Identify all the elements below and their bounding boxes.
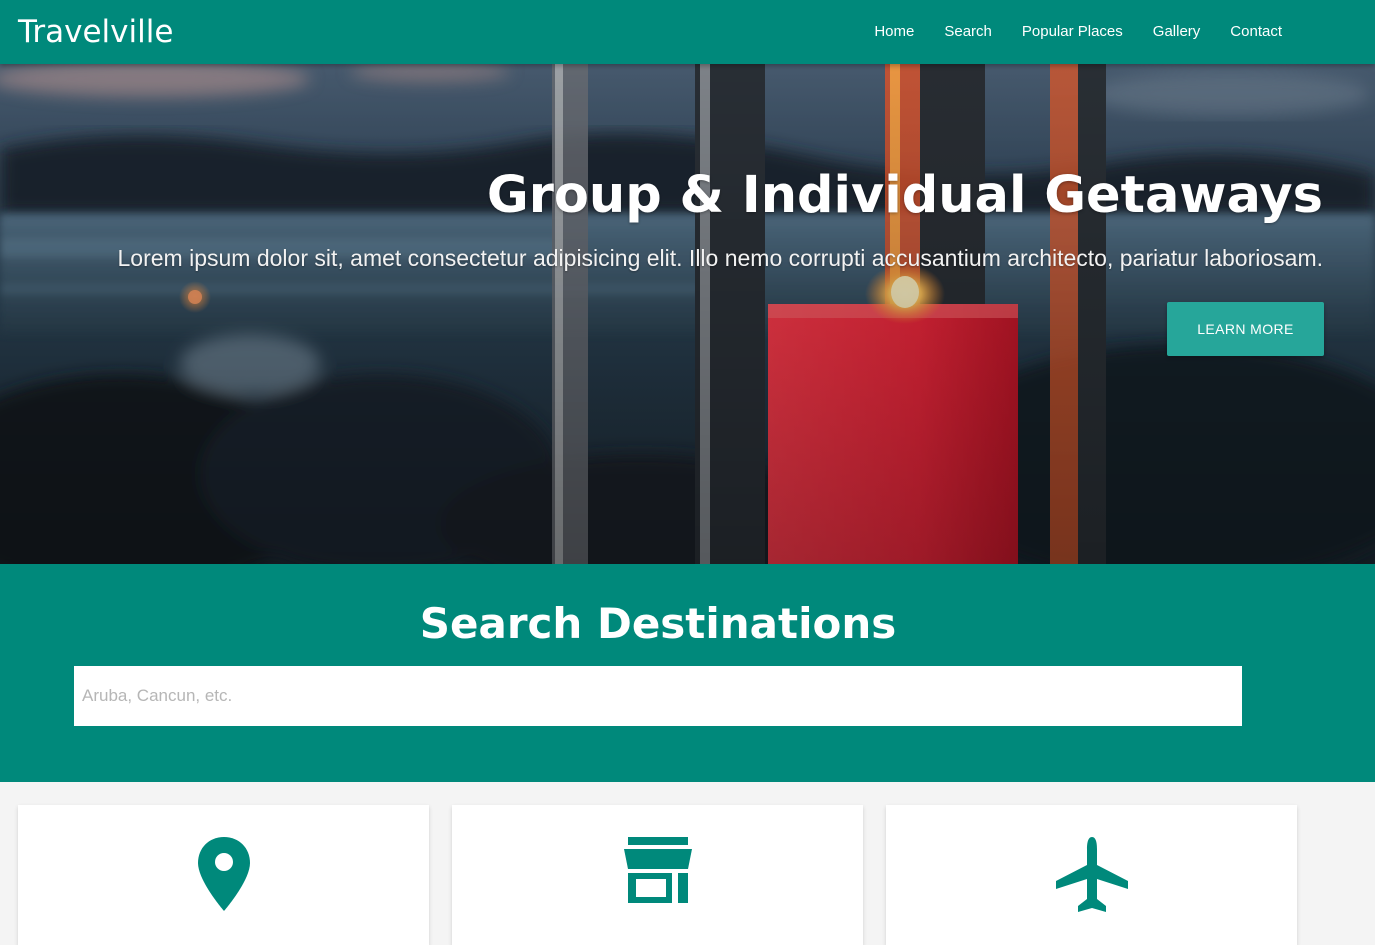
store-icon: [623, 837, 692, 903]
feature-cards: [0, 782, 1375, 945]
nav-links: Home Search Popular Places Gallery Conta…: [859, 0, 1297, 64]
search-title: Search Destinations: [419, 599, 897, 648]
learn-more-button[interactable]: LEARN MORE: [1167, 302, 1324, 356]
nav-link-home[interactable]: Home: [859, 0, 929, 64]
hero-subtitle: Lorem ipsum dolor sit, amet consectetur …: [117, 245, 1323, 271]
airplane-icon: [1055, 837, 1128, 912]
nav-link-contact[interactable]: Contact: [1215, 0, 1297, 64]
navbar: Travelville Home Search Popular Places G…: [0, 0, 1375, 64]
feature-card-travel: [886, 805, 1297, 945]
nav-link-search[interactable]: Search: [929, 0, 1007, 64]
nav-link-gallery[interactable]: Gallery: [1138, 0, 1216, 64]
hero-title: Group & Individual Getaways: [486, 166, 1323, 225]
map-marker-icon: [197, 837, 250, 911]
search-section: Search Destinations: [0, 564, 1375, 782]
feature-card-store: [452, 805, 863, 945]
feature-card-location: [18, 805, 429, 945]
nav-link-popular-places[interactable]: Popular Places: [1007, 0, 1138, 64]
destination-search-input[interactable]: [74, 666, 1242, 726]
brand-logo[interactable]: Travelville: [18, 12, 173, 52]
hero-section: Group & Individual Getaways Lorem ipsum …: [0, 64, 1375, 564]
